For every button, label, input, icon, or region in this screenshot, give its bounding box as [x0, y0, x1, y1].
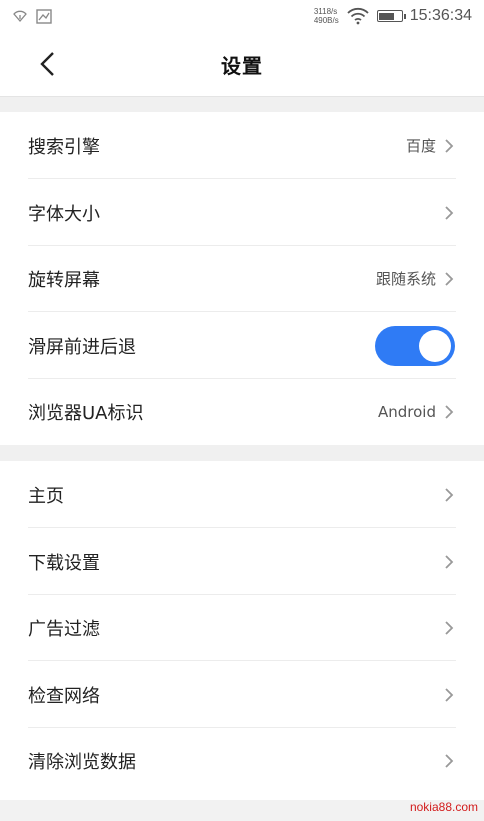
setting-rotate-screen[interactable]: 旋转屏幕 跟随系统: [0, 245, 484, 312]
chevron-right-icon: [445, 688, 454, 702]
setting-label: 下载设置: [28, 552, 100, 574]
chevron-right-icon: [445, 488, 454, 502]
chevron-right-icon: [445, 139, 454, 153]
network-speed: 3118/s 490B/s: [314, 7, 339, 25]
setting-label: 检查网络: [28, 685, 100, 707]
setting-value: Android: [378, 402, 436, 421]
setting-label: 主页: [28, 485, 64, 507]
setting-check-network[interactable]: 检查网络: [0, 661, 484, 728]
setting-label: 广告过滤: [28, 618, 100, 640]
setting-homepage[interactable]: 主页: [0, 461, 484, 528]
setting-search-engine[interactable]: 搜索引擎 百度: [0, 112, 484, 179]
setting-font-size[interactable]: 字体大小: [0, 179, 484, 246]
title-bar: 设置: [0, 32, 484, 96]
chevron-right-icon: [445, 206, 454, 220]
back-arrow-icon: [40, 52, 54, 76]
setting-download[interactable]: 下载设置: [0, 528, 484, 595]
wifi-icon: [347, 7, 369, 25]
signal-icon: [13, 10, 27, 22]
image-icon: [36, 8, 52, 24]
speed-down: 490B/s: [313, 16, 339, 25]
setting-label: 清除浏览数据: [28, 751, 136, 773]
setting-label: 字体大小: [28, 203, 100, 225]
setting-label: 旋转屏幕: [28, 269, 100, 291]
setting-swipe-navigation: 滑屏前进后退: [0, 312, 484, 379]
setting-label: 搜索引擎: [28, 136, 100, 158]
status-left: [12, 8, 52, 24]
speed-up: 3118/s: [313, 7, 338, 16]
setting-label: 滑屏前进后退: [28, 336, 136, 358]
section-gap: [0, 96, 484, 112]
watermark: nokia88.com: [409, 800, 478, 814]
chevron-right-icon: [445, 621, 454, 635]
page-title: 设置: [221, 53, 263, 78]
setting-clear-data[interactable]: 清除浏览数据: [0, 727, 484, 794]
chevron-right-icon: [445, 555, 454, 569]
status-bar: 3118/s 490B/s 15:36:34: [0, 0, 484, 32]
setting-value: 跟随系统: [375, 270, 436, 288]
setting-label: 浏览器UA标识: [28, 402, 144, 424]
battery-icon: [376, 10, 406, 22]
battery-fill: [379, 12, 394, 20]
chevron-right-icon: [445, 754, 454, 768]
chevron-right-icon: [445, 272, 454, 286]
clock: 15:36:34: [409, 7, 472, 24]
setting-value: 百度: [405, 137, 436, 155]
toggle-knob: [419, 330, 451, 362]
swipe-toggle[interactable]: [375, 326, 455, 366]
status-right: 3118/s 490B/s 15:36:34: [314, 7, 472, 25]
setting-user-agent[interactable]: 浏览器UA标识 Android: [0, 378, 484, 445]
chevron-right-icon: [445, 405, 454, 419]
setting-ad-filter[interactable]: 广告过滤: [0, 594, 484, 661]
section-gap: [0, 445, 484, 461]
back-button[interactable]: [34, 50, 60, 78]
